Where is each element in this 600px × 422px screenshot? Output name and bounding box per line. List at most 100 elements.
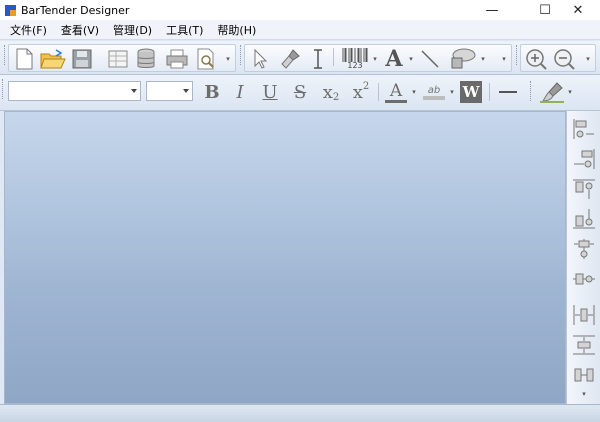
- highlight-swatch: [423, 95, 445, 100]
- design-canvas[interactable]: [4, 111, 566, 404]
- shape-tool-button[interactable]: [447, 47, 479, 71]
- align-left-button[interactable]: [571, 117, 597, 141]
- center-vertical-button[interactable]: [571, 237, 597, 261]
- toolbar-grip[interactable]: [516, 45, 518, 65]
- toolbar-grip[interactable]: [4, 45, 6, 65]
- zoom-in-icon: [526, 49, 547, 70]
- minimize-button[interactable]: —: [470, 0, 514, 20]
- font-color-button[interactable]: A: [382, 80, 410, 104]
- cursor-arrow-icon: [254, 48, 268, 69]
- text-cursor-tool-button[interactable]: [307, 47, 329, 71]
- window-title: BarTender Designer: [21, 3, 130, 17]
- center-horizontal-icon: [573, 273, 595, 285]
- barcode-tool-button[interactable]: 123: [339, 47, 371, 71]
- barcode-dropdown[interactable]: ▾: [371, 47, 379, 71]
- menu-bar: 文件(F) 查看(V) 管理(D) 工具(T) 帮助(H): [0, 20, 600, 40]
- toolbar-grip[interactable]: [530, 81, 532, 101]
- font-size-combo[interactable]: [146, 81, 193, 101]
- menu-tools[interactable]: 工具(T): [159, 22, 210, 38]
- paint-brush-icon: [540, 82, 564, 103]
- highlight-dropdown[interactable]: ▾: [448, 80, 456, 104]
- align-bottom-button[interactable]: [571, 207, 597, 231]
- printer-icon: [166, 49, 188, 69]
- page-setup-icon: [108, 50, 128, 68]
- zoom-out-icon: [554, 49, 575, 70]
- chevron-down-icon: [131, 89, 137, 93]
- menu-help[interactable]: 帮助(H): [210, 22, 263, 38]
- open-button[interactable]: [39, 47, 67, 71]
- word-wrap-icon: W: [460, 81, 482, 103]
- font-name-combo[interactable]: [8, 81, 141, 101]
- barcode-caption: 123: [347, 61, 363, 70]
- center-horizontal-button[interactable]: [571, 267, 597, 291]
- align-left-icon: [573, 119, 594, 139]
- shapes-icon: [451, 48, 476, 69]
- menu-view[interactable]: 查看(V): [54, 22, 106, 38]
- align-top-icon: [573, 179, 595, 199]
- superscript-button[interactable]: x2: [348, 80, 374, 104]
- page-setup-button[interactable]: [105, 47, 131, 71]
- save-button[interactable]: [69, 47, 95, 71]
- bold-button[interactable]: B: [200, 80, 224, 104]
- save-disk-icon: [72, 49, 92, 69]
- space-evenly-button[interactable]: [571, 363, 597, 387]
- database-button[interactable]: [133, 47, 159, 71]
- text-tool-icon: A: [385, 46, 403, 72]
- distribute-horizontal-button[interactable]: [571, 303, 597, 327]
- format-painter-button[interactable]: [277, 47, 303, 71]
- menu-administer[interactable]: 管理(D): [106, 22, 159, 38]
- font-color-swatch: [385, 99, 407, 103]
- zoom-out-button[interactable]: [551, 47, 577, 71]
- distribute-vertical-icon: [573, 335, 595, 355]
- subscript-mark: 2: [332, 91, 340, 103]
- main-toolbar: ▾ 123 ▾ A ▾ ▾ ▾ ▾: [0, 41, 600, 75]
- subscript-button[interactable]: x2: [318, 80, 344, 104]
- zoom-in-button[interactable]: [523, 47, 549, 71]
- text-dropdown[interactable]: ▾: [407, 47, 415, 71]
- print-preview-icon: [197, 48, 214, 70]
- font-color-dropdown[interactable]: ▾: [410, 80, 418, 104]
- zoom-toolbar-overflow[interactable]: ▾: [583, 47, 593, 71]
- print-button[interactable]: [163, 47, 191, 71]
- line-icon: [421, 50, 439, 68]
- object-toolbar-overflow[interactable]: ▾: [499, 47, 509, 71]
- strikethrough-button[interactable]: S: [288, 80, 312, 104]
- underline-button[interactable]: U: [258, 80, 282, 104]
- file-toolbar-overflow[interactable]: ▾: [223, 47, 233, 71]
- line-tool-button[interactable]: [417, 47, 443, 71]
- align-right-button[interactable]: [571, 147, 597, 171]
- select-tool-button[interactable]: [247, 47, 273, 71]
- distribute-vertical-button[interactable]: [571, 333, 597, 357]
- highlight-icon: ab: [427, 84, 441, 96]
- align-top-button[interactable]: [571, 177, 597, 201]
- center-vertical-icon: [574, 239, 594, 259]
- subscript-label: x: [322, 81, 333, 103]
- print-preview-button[interactable]: [193, 47, 219, 71]
- file-toolbar-group: ▾: [8, 44, 236, 72]
- new-document-button[interactable]: [11, 47, 37, 71]
- align-bottom-icon: [573, 209, 595, 229]
- fill-color-button[interactable]: [538, 80, 566, 104]
- align-toolbar: ▾: [566, 111, 600, 404]
- word-wrap-button[interactable]: W: [459, 80, 483, 104]
- open-folder-icon: [40, 49, 66, 69]
- status-bar: [0, 404, 600, 422]
- menu-file[interactable]: 文件(F): [3, 22, 54, 38]
- line-style-icon: [499, 91, 517, 93]
- line-style-button[interactable]: [495, 80, 521, 104]
- align-toolbar-overflow[interactable]: ▾: [571, 387, 597, 401]
- close-button[interactable]: ✕: [556, 0, 600, 20]
- superscript-mark: 2: [362, 80, 370, 92]
- chevron-down-icon: [183, 89, 189, 93]
- database-icon: [137, 48, 155, 68]
- toolbar-grip[interactable]: [2, 79, 4, 99]
- space-evenly-icon: [574, 368, 594, 382]
- align-right-icon: [574, 149, 595, 169]
- highlight-button[interactable]: ab: [420, 80, 448, 104]
- italic-button[interactable]: I: [228, 80, 252, 104]
- shape-dropdown[interactable]: ▾: [479, 47, 487, 71]
- fill-color-dropdown[interactable]: ▾: [566, 80, 574, 104]
- text-tool-button[interactable]: A: [381, 46, 407, 72]
- brush-icon: [281, 49, 300, 69]
- toolbar-grip[interactable]: [240, 45, 242, 65]
